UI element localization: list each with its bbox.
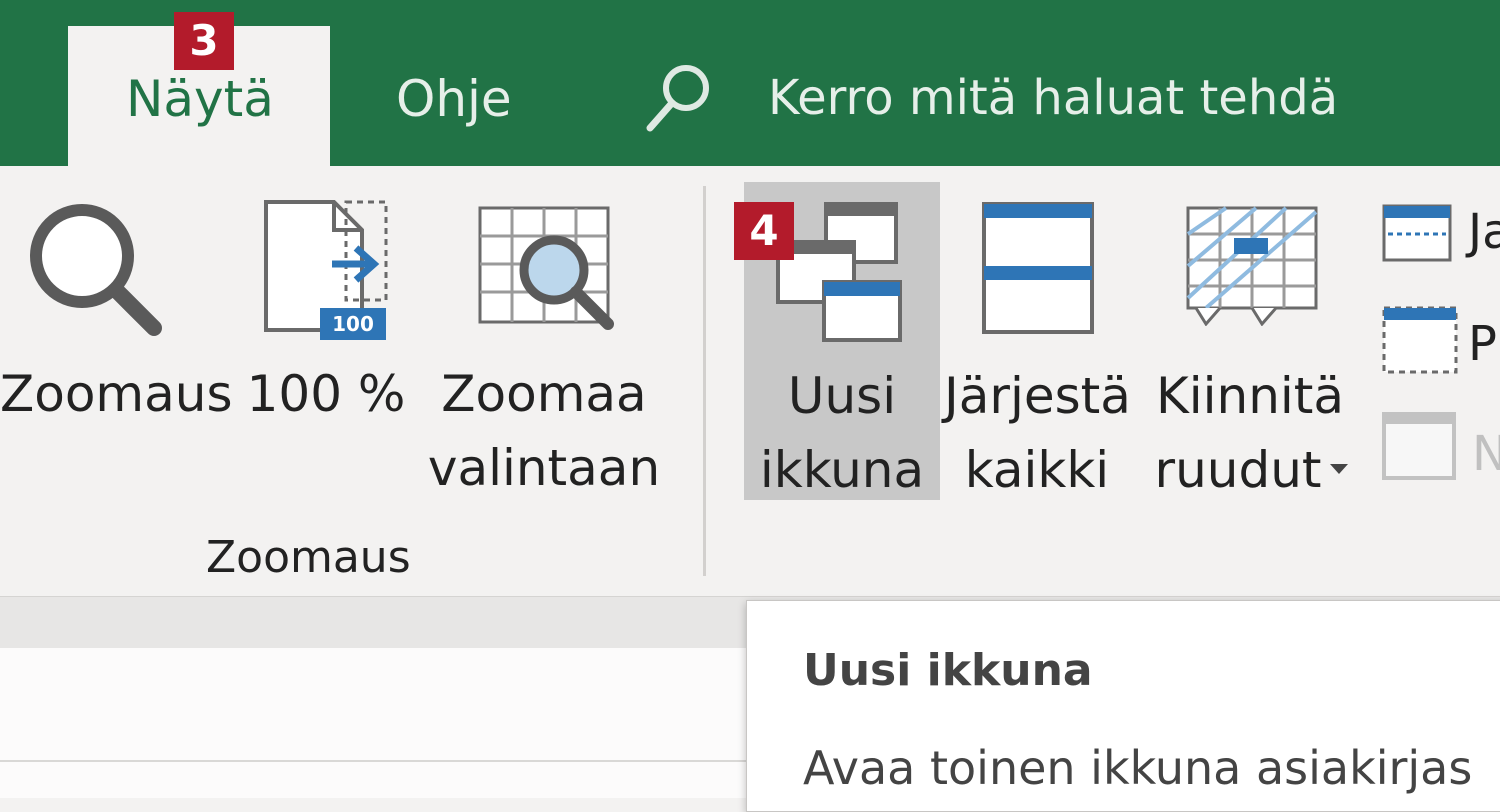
worksheet-area[interactable] <box>0 648 750 798</box>
arrange-all-label-1: Järjestä <box>944 367 1131 425</box>
zoom-100-button[interactable]: 100 100 % <box>240 186 412 486</box>
new-window-tooltip: Uusi ikkuna Avaa toinen ikkuna asiakirja… <box>746 600 1500 812</box>
zoom-to-selection-button[interactable]: Zoomaa valintaan <box>428 186 660 506</box>
step-badge-4: 4 <box>734 202 794 260</box>
unhide-button[interactable]: N <box>1380 408 1500 484</box>
zoom-button[interactable]: Zoomaus <box>0 186 233 486</box>
zoom-100-label: 100 % <box>246 365 406 423</box>
unhide-label: N <box>1472 426 1500 482</box>
hide-window-icon <box>1382 306 1458 374</box>
group-separator <box>703 186 706 576</box>
magnifier-icon <box>30 204 162 336</box>
tell-me-search-input[interactable]: Kerro mitä haluat tehdä <box>768 74 1338 122</box>
tab-help[interactable]: Ohje <box>396 74 512 124</box>
freeze-panes-icon <box>1186 206 1318 326</box>
arrange-all-button[interactable]: Järjestä kaikki <box>944 186 1131 506</box>
split-button[interactable]: Ja <box>1380 200 1500 266</box>
worksheet-gridline <box>0 760 750 762</box>
page-100-icon-text: 100 <box>332 312 374 336</box>
new-window-label-1: Uusi <box>787 367 897 425</box>
arrange-all-label-2: kaikki <box>964 441 1110 499</box>
search-icon[interactable] <box>640 56 720 136</box>
split-icon <box>1382 204 1452 262</box>
tab-view-label: Näytä <box>126 70 274 128</box>
split-label: Ja <box>1468 204 1500 260</box>
tooltip-title: Uusi ikkuna <box>803 645 1093 696</box>
chevron-down-icon <box>1330 464 1348 474</box>
zoom-selection-label-2: valintaan <box>427 439 661 497</box>
arrange-all-icon <box>982 202 1094 334</box>
zoom-group-label: Zoomaus <box>206 532 411 583</box>
zoom-selection-label-1: Zoomaa <box>441 365 647 423</box>
freeze-panes-label-2: ruudut <box>1154 441 1322 499</box>
freeze-panes-label-1: Kiinnitä <box>1155 367 1345 425</box>
new-window-label-2: ikkuna <box>759 441 925 499</box>
tooltip-description: Avaa toinen ikkuna asiakirjas <box>803 741 1473 795</box>
hide-button[interactable]: P <box>1380 302 1500 378</box>
zoom-button-label: Zoomaus <box>0 365 233 423</box>
unhide-window-icon <box>1382 412 1456 480</box>
step-badge-3: 3 <box>174 12 234 70</box>
freeze-panes-button[interactable]: Kiinnitä ruudut <box>1140 186 1360 506</box>
zoom-selection-icon <box>478 206 614 330</box>
hide-label: P <box>1468 316 1497 372</box>
